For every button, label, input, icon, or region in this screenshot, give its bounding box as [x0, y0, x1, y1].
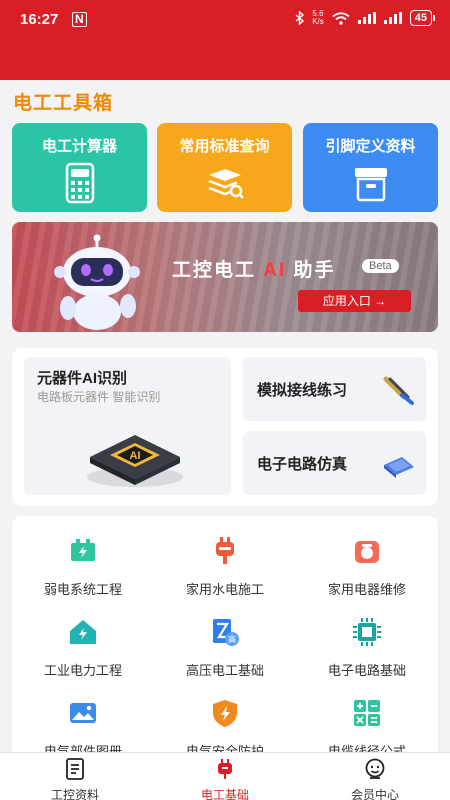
category-item[interactable]: 家用水电施工: [154, 536, 296, 598]
high-voltage-doc-icon: 高: [213, 619, 239, 646]
document-icon: [66, 758, 84, 780]
feature-card: 元器件AI识别 电路板元器件 智能识别 AI 模拟接线练习 电子电路仿真: [12, 348, 438, 506]
category-item[interactable]: 家用电器维修: [296, 536, 438, 598]
ai-chip-icon: AI: [87, 435, 183, 487]
tab-industrial-docs[interactable]: 工控资料: [0, 753, 150, 800]
robot-icon: [54, 234, 140, 330]
bottom-tab-bar: 工控资料 电工基础 会员中心: [0, 752, 450, 800]
ai-assistant-banner[interactable]: 工控电工 AI 助手 Beta 应用入口 →: [12, 222, 438, 332]
archive-box-icon: [354, 168, 387, 202]
ai-recognition-card[interactable]: 元器件AI识别 电路板元器件 智能识别 AI: [24, 357, 231, 495]
status-icons: 5.6 K/s 45: [295, 9, 436, 26]
plug-icon: [218, 759, 232, 779]
user-face-icon: [365, 758, 385, 779]
book-stack-search-icon: [208, 169, 244, 199]
network-speed: 5.6 K/s: [312, 9, 324, 26]
category-item[interactable]: 弱电系统工程: [12, 536, 154, 598]
tile-label: 常用标准查询: [179, 138, 270, 155]
tab-label: 工控资料: [50, 788, 99, 800]
wire-connector-icon: [383, 376, 414, 405]
battery-charge-icon: [71, 539, 95, 561]
tab-member-center[interactable]: 会员中心: [300, 753, 450, 800]
category-item[interactable]: 电子电路基础: [296, 617, 438, 679]
category-item[interactable]: 工业电力工程: [12, 617, 154, 679]
beta-badge: Beta: [362, 259, 399, 273]
circuit-simulation-title: 电子电路仿真: [257, 456, 348, 473]
ai-recognition-title: 元器件AI识别: [37, 370, 128, 387]
tile-label: 引脚定义资料: [325, 138, 416, 155]
tile-label: 电工计算器: [41, 138, 117, 155]
category-item[interactable]: 电缆线径公式: [296, 698, 438, 752]
tab-label: 电工基础: [200, 788, 249, 800]
main-content: 电工工具箱 电工计算器 常用标准查询 引脚定义资料 工控电工 AI 助手 Bet…: [0, 80, 450, 752]
circuit-simulation-card[interactable]: 电子电路仿真: [243, 431, 426, 495]
battery-icon: 45: [409, 10, 436, 26]
calculator-tile[interactable]: 电工计算器: [12, 123, 147, 212]
pin-definition-tile[interactable]: 引脚定义资料: [303, 123, 438, 212]
circuit-board-icon: [384, 457, 414, 478]
page-title: 电工工具箱: [13, 93, 114, 114]
bluetooth-icon: [295, 11, 305, 25]
wiring-practice-title: 模拟接线练习: [257, 382, 348, 399]
category-item[interactable]: 高 高压电工基础: [154, 617, 296, 679]
signal-icon: [357, 12, 376, 24]
category-item[interactable]: 电气安全防护: [154, 698, 296, 752]
shield-bolt-icon: [213, 700, 237, 727]
signal-icon: [383, 12, 402, 24]
ai-recognition-subtitle: 电路板元器件 智能识别: [37, 390, 161, 404]
rice-cooker-icon: [355, 541, 379, 563]
category-item[interactable]: 电气部件图册: [12, 698, 154, 752]
svg-text:AI: AI: [130, 450, 141, 462]
nfc-icon: N: [72, 12, 87, 27]
category-grid: 弱电系统工程 家用水电施工 家用电器维修 工业电力工程 高 高压电工基础 电子电…: [12, 516, 438, 752]
status-bar: 16:27 N 5.6 K/s 45: [0, 0, 450, 80]
calculator-icon: [65, 162, 94, 204]
tab-electrical-basics[interactable]: 电工基础: [150, 753, 300, 800]
factory-icon: [70, 620, 96, 644]
standard-query-tile[interactable]: 常用标准查询: [157, 123, 292, 212]
tab-label: 会员中心: [350, 788, 399, 800]
plug-icon: [216, 537, 234, 564]
chip-icon: [353, 618, 381, 646]
wifi-icon: [332, 11, 350, 25]
banner-title: 工控电工 AI 助手: [172, 260, 336, 281]
formula-icon: [354, 700, 380, 726]
status-time: 16:27: [20, 11, 59, 28]
image-album-icon: [70, 703, 96, 723]
wiring-practice-card[interactable]: 模拟接线练习: [243, 357, 426, 421]
svg-text:高: 高: [228, 634, 236, 644]
app-entry-button[interactable]: 应用入口 →: [298, 290, 411, 312]
